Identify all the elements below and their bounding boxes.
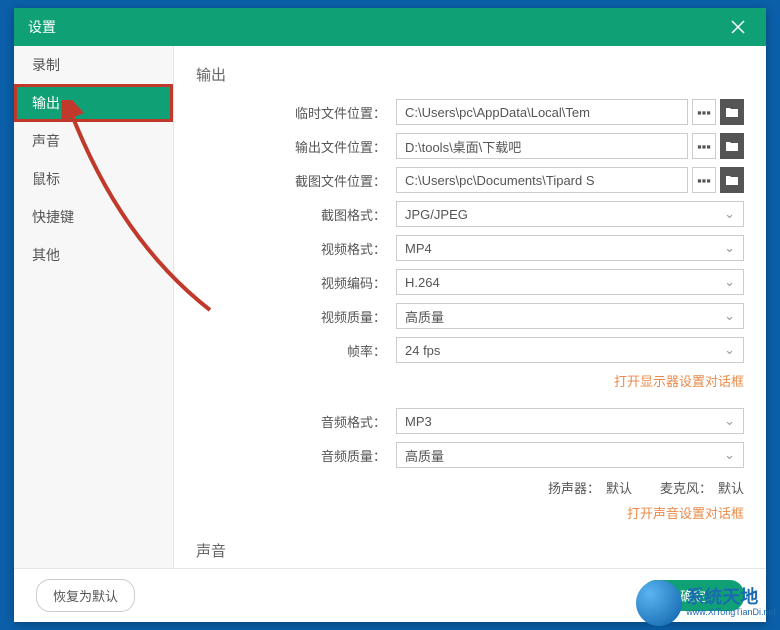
display-settings-link[interactable]: 打开显示器设置对话框 [614, 371, 744, 390]
speaker-label: 扬声器： [548, 481, 600, 496]
select-video-codec[interactable]: H.264 ⌄ [396, 269, 744, 295]
label-video-format: 视频格式： [196, 239, 396, 258]
speaker-value: 默认 [606, 481, 632, 496]
row-shot-format: 截图格式： JPG/JPEG ⌄ [196, 201, 744, 227]
label-video-quality: 视频质量： [196, 307, 396, 326]
more-button-shot[interactable]: ▪▪▪ [692, 167, 716, 193]
sidebar-item-other[interactable]: 其他 [14, 236, 173, 274]
row-fps: 帧率： 24 fps ⌄ [196, 337, 744, 363]
watermark-en: www.XiTongTianDi.net [686, 608, 776, 618]
reset-button[interactable]: 恢复为默认 [36, 579, 135, 612]
sidebar-item-label: 快捷键 [32, 207, 74, 227]
select-value: H.264 [405, 275, 440, 290]
row-audio-quality: 音频质量： 高质量 ⌄ [196, 442, 744, 468]
chevron-down-icon: ⌄ [724, 274, 735, 290]
label-shot-path: 截图文件位置： [196, 171, 396, 190]
sidebar-item-sound[interactable]: 声音 [14, 122, 173, 160]
row-shot-path: 截图文件位置： ▪▪▪ [196, 167, 744, 193]
select-value: JPG/JPEG [405, 207, 468, 222]
label-out-path: 输出文件位置： [196, 137, 396, 156]
select-value: MP4 [405, 241, 432, 256]
row-video-format: 视频格式： MP4 ⌄ [196, 235, 744, 261]
titlebar: 设置 [14, 8, 766, 46]
watermark-logo [636, 580, 682, 626]
section-title-output: 输出 [196, 64, 744, 85]
input-shot-path[interactable] [396, 167, 688, 193]
row-video-quality: 视频质量： 高质量 ⌄ [196, 303, 744, 329]
sound-link-row: 打开声音设置对话框 [196, 503, 744, 522]
row-video-codec: 视频编码： H.264 ⌄ [196, 269, 744, 295]
mic-value: 默认 [718, 481, 744, 496]
sidebar-item-label: 鼠标 [32, 169, 60, 189]
select-value: 24 fps [405, 343, 440, 358]
display-link-row: 打开显示器设置对话框 [196, 371, 744, 390]
dialog-body: 录制 输出 声音 鼠标 快捷键 其他 输出 临时文件位置： ▪▪▪ 输出文件位置… [14, 46, 766, 568]
chevron-down-icon: ⌄ [724, 206, 735, 222]
sidebar-item-record[interactable]: 录制 [14, 46, 173, 84]
sound-settings-link[interactable]: 打开声音设置对话框 [627, 503, 744, 522]
folder-button-shot[interactable] [720, 167, 744, 193]
row-out-path: 输出文件位置： ▪▪▪ [196, 133, 744, 159]
label-shot-format: 截图格式： [196, 205, 396, 224]
row-temp-path: 临时文件位置： ▪▪▪ [196, 99, 744, 125]
input-temp-path[interactable] [396, 99, 688, 125]
settings-dialog: 设置 录制 输出 声音 鼠标 快捷键 其他 输出 临时文件位置： ▪▪▪ 输出文… [14, 8, 766, 622]
chevron-down-icon: ⌄ [724, 342, 735, 358]
sidebar-item-label: 声音 [32, 131, 60, 151]
label-video-codec: 视频编码： [196, 273, 396, 292]
section-title-sound: 声音 [196, 540, 744, 561]
label-temp-path: 临时文件位置： [196, 103, 396, 122]
chevron-down-icon: ⌄ [724, 447, 735, 463]
watermark-text: 系统天地 www.XiTongTianDi.net [686, 588, 776, 618]
more-button-out[interactable]: ▪▪▪ [692, 133, 716, 159]
close-icon [731, 20, 745, 34]
row-audio-format: 音频格式： MP3 ⌄ [196, 408, 744, 434]
main-panel: 输出 临时文件位置： ▪▪▪ 输出文件位置： ▪▪▪ 截图文件位置： ▪▪▪ [174, 46, 766, 568]
watermark: 系统天地 www.XiTongTianDi.net [636, 580, 776, 626]
select-fps[interactable]: 24 fps ⌄ [396, 337, 744, 363]
select-value: 高质量 [405, 446, 444, 465]
select-shot-format[interactable]: JPG/JPEG ⌄ [396, 201, 744, 227]
folder-button-temp[interactable] [720, 99, 744, 125]
sidebar-item-label: 输出 [32, 93, 60, 113]
select-audio-quality[interactable]: 高质量 ⌄ [396, 442, 744, 468]
label-audio-format: 音频格式： [196, 412, 396, 431]
sidebar-item-label: 其他 [32, 245, 60, 265]
select-value: 高质量 [405, 307, 444, 326]
chevron-down-icon: ⌄ [724, 413, 735, 429]
select-audio-format[interactable]: MP3 ⌄ [396, 408, 744, 434]
folder-icon [726, 175, 738, 185]
speaker-mic-row: 扬声器： 默认 麦克风： 默认 [196, 478, 744, 497]
select-value: MP3 [405, 414, 432, 429]
close-button[interactable] [724, 13, 752, 41]
select-video-quality[interactable]: 高质量 ⌄ [396, 303, 744, 329]
dialog-title: 设置 [28, 17, 724, 37]
folder-icon [726, 141, 738, 151]
select-video-format[interactable]: MP4 ⌄ [396, 235, 744, 261]
input-out-path[interactable] [396, 133, 688, 159]
sidebar-item-label: 录制 [32, 55, 60, 75]
label-fps: 帧率： [196, 341, 396, 360]
label-audio-quality: 音频质量： [196, 446, 396, 465]
chevron-down-icon: ⌄ [724, 240, 735, 256]
chevron-down-icon: ⌄ [724, 308, 735, 324]
sidebar: 录制 输出 声音 鼠标 快捷键 其他 [14, 46, 174, 568]
sidebar-item-output[interactable]: 输出 [14, 84, 173, 122]
mic-label: 麦克风： [660, 481, 712, 496]
watermark-cn: 系统天地 [686, 588, 776, 608]
sidebar-item-mouse[interactable]: 鼠标 [14, 160, 173, 198]
folder-button-out[interactable] [720, 133, 744, 159]
more-button-temp[interactable]: ▪▪▪ [692, 99, 716, 125]
folder-icon [726, 107, 738, 117]
sidebar-item-hotkey[interactable]: 快捷键 [14, 198, 173, 236]
